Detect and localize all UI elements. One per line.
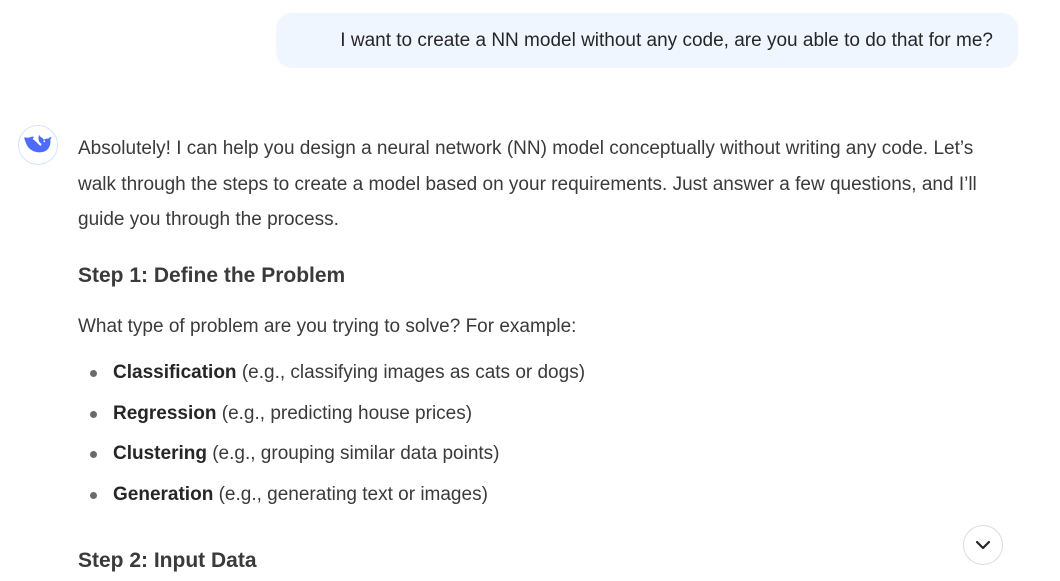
bullet-icon	[90, 370, 97, 377]
option-term: Classification	[113, 362, 237, 383]
step1-prompt: What type of problem are you trying to s…	[78, 315, 577, 337]
chat-view: I want to create a NN model without any …	[0, 0, 1060, 581]
bullet-icon	[90, 451, 97, 458]
problem-type-list: Classification (e.g., classifying images…	[78, 361, 1008, 507]
option-term: Generation	[113, 483, 214, 505]
assistant-message: Absolutely! I can help you design a neur…	[78, 131, 1008, 523]
assistant-intro-paragraph: Absolutely! I can help you design a neur…	[78, 138, 977, 230]
list-item: Classification (e.g., classifying images…	[78, 361, 1008, 385]
user-message-bubble: I want to create a NN model without any …	[276, 13, 1018, 68]
list-item: Generation (e.g., generating text or ima…	[78, 483, 1008, 507]
option-description: (e.g., generating text or images)	[213, 483, 488, 505]
option-description: (e.g., predicting house prices)	[216, 402, 473, 424]
chevron-down-icon	[975, 540, 991, 550]
option-term: Regression	[113, 402, 217, 424]
user-message-text: I want to create a NN model without any …	[340, 29, 993, 51]
bullet-icon	[90, 491, 97, 499]
whale-logo-icon	[24, 135, 52, 153]
assistant-avatar	[18, 125, 58, 165]
bullet-icon	[90, 410, 97, 418]
option-description: (e.g., classifying images as cats or dog…	[236, 362, 586, 383]
option-term: Clustering	[113, 443, 207, 464]
scroll-to-bottom-button[interactable]	[963, 525, 1003, 565]
list-item: Clustering (e.g., grouping similar data …	[78, 442, 1008, 466]
step2-heading: Step 2: Input Data	[78, 549, 257, 572]
step1-heading: Step 1: Define the Problem	[78, 263, 346, 287]
list-item: Regression (e.g., predicting house price…	[78, 402, 1008, 426]
option-description: (e.g., grouping similar data points)	[206, 443, 500, 464]
